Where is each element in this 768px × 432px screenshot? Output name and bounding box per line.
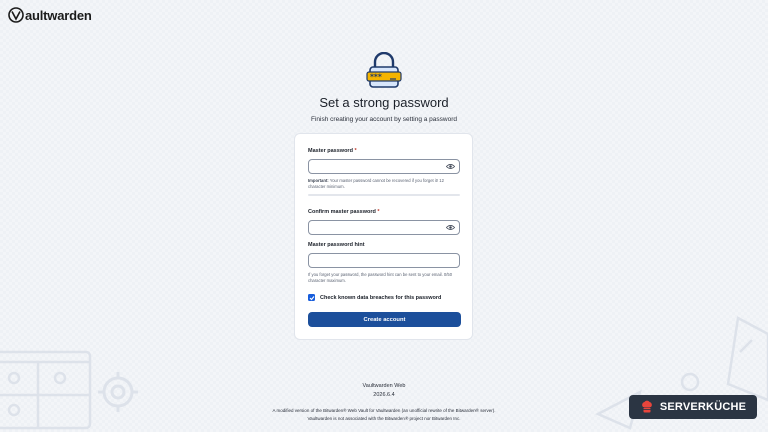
set-password-card: Master password * Important: Your master… [294, 133, 473, 340]
page-subtitle: Finish creating your account by setting … [311, 116, 457, 123]
important-text: Your master password cannot be recovered… [308, 178, 444, 189]
create-account-button[interactable]: Create account [308, 312, 461, 327]
badge-text: SERVERKÜCHE [659, 401, 747, 413]
confirm-password-input[interactable] [308, 220, 460, 235]
master-password-input[interactable] [308, 159, 460, 174]
padlock-icon: *** [366, 52, 402, 88]
password-hint-label: Master password hint [308, 242, 365, 248]
svg-text:***: *** [370, 73, 382, 82]
checkmark-icon [309, 295, 314, 300]
serverkueche-badge[interactable]: SERVERKÜCHE [629, 395, 757, 419]
chef-hat-icon [641, 400, 652, 413]
page-title: Set a strong password [319, 95, 449, 110]
master-password-label: Master password * [308, 148, 357, 154]
breach-check-checkbox[interactable] [308, 294, 315, 301]
confirm-password-label: Confirm master password * [308, 209, 380, 215]
eye-icon[interactable] [446, 163, 455, 170]
vaultwarden-v-icon [8, 7, 24, 23]
required-mark: * [354, 148, 357, 154]
eye-icon[interactable] [446, 224, 455, 231]
logo-text: aultwarden [25, 7, 92, 23]
master-password-help: Important: Your master password cannot b… [308, 178, 460, 190]
vaultwarden-logo[interactable]: aultwarden [8, 7, 92, 23]
password-strength-bar [308, 194, 460, 196]
important-label: Important: [308, 178, 329, 183]
password-hint-help: If you forget your password, the passwor… [308, 272, 453, 283]
footer-app-name: Vaultwarden Web [362, 383, 406, 389]
breach-check-label[interactable]: Check known data breaches for this passw… [320, 295, 441, 301]
password-hint-input[interactable] [308, 253, 460, 268]
